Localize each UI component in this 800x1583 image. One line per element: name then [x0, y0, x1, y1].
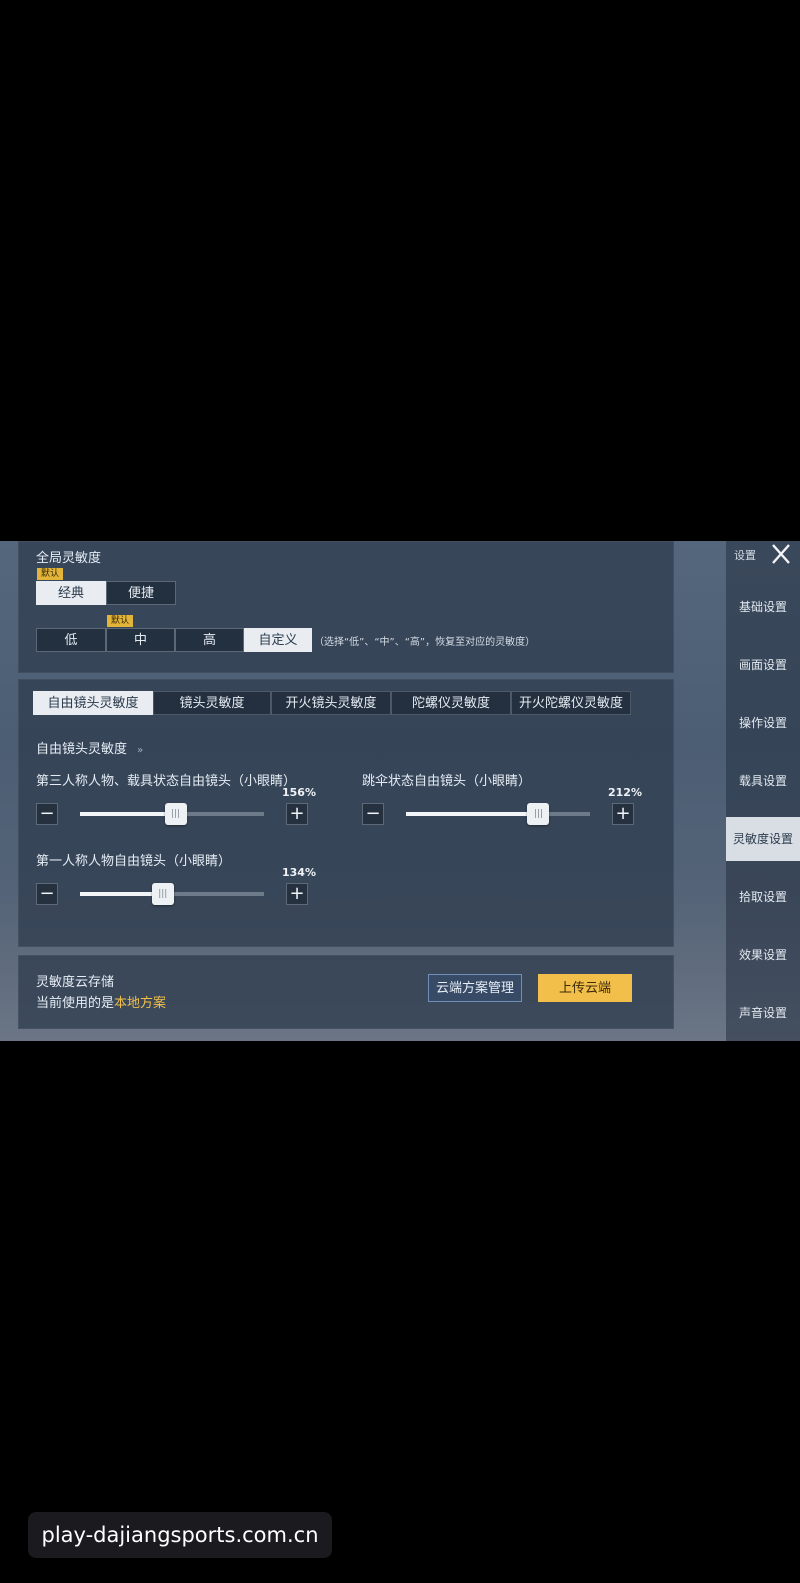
- sidebar-item-controls[interactable]: 操作设置: [726, 701, 800, 745]
- sidebar-item-vehicle[interactable]: 载具设置: [726, 759, 800, 803]
- global-sensitivity-panel: [18, 541, 674, 673]
- settings-sidebar: 设置 基础设置 画面设置 操作设置 载具设置 灵敏度设置 拾取设置 效果设置 声…: [726, 541, 800, 1041]
- sidebar-item-basic[interactable]: 基础设置: [726, 585, 800, 629]
- slider-first-person-value: 134%: [282, 866, 316, 879]
- sidebar-item-graphics[interactable]: 画面设置: [726, 643, 800, 687]
- close-icon[interactable]: [766, 541, 796, 567]
- preset-high-button[interactable]: 高: [175, 628, 244, 652]
- mode-quick-button[interactable]: 便捷: [106, 581, 176, 605]
- slider-first-person-track[interactable]: |||: [80, 883, 264, 905]
- slider-parachute-track[interactable]: |||: [406, 803, 590, 825]
- sidebar-item-effects[interactable]: 效果设置: [726, 933, 800, 977]
- preset-low-button[interactable]: 低: [36, 628, 106, 652]
- settings-screen: 全局灵敏度 默认 经典 便捷 默认 低 中 高 自定义 （选择“低”、“中”、“…: [0, 541, 800, 1041]
- tab-fire-camera[interactable]: 开火镜头灵敏度: [271, 691, 391, 715]
- slider-third-person-label: 第三人称人物、载具状态自由镜头（小眼睛）: [36, 774, 297, 789]
- slider-first-person-minus-button[interactable]: −: [36, 883, 58, 905]
- cloud-manage-button[interactable]: 云端方案管理: [428, 974, 522, 1002]
- settings-header-label: 设置: [734, 549, 756, 562]
- slider-third-person-thumb[interactable]: |||: [164, 803, 187, 825]
- default-badge: 默认: [37, 568, 64, 580]
- tab-gyroscope[interactable]: 陀螺仪灵敏度: [391, 691, 511, 715]
- cloud-current-value: 本地方案: [114, 996, 167, 1011]
- preset-hint: （选择“低”、“中”、“高”，恢复至对应的灵敏度）: [314, 637, 536, 648]
- default-badge-preset: 默认: [107, 615, 134, 627]
- slider-parachute-fill: [406, 812, 539, 816]
- slider-parachute-label: 跳伞状态自由镜头（小眼睛）: [362, 774, 532, 789]
- tab-camera[interactable]: 镜头灵敏度: [153, 691, 271, 715]
- sidebar-item-pickup[interactable]: 拾取设置: [726, 875, 800, 919]
- slider-parachute-plus-button[interactable]: +: [612, 803, 634, 825]
- cloud-storage-title: 灵敏度云存储: [36, 975, 115, 990]
- slider-third-person-fill: [80, 812, 176, 816]
- watermark: play-dajiangsports.com.cn: [28, 1512, 332, 1558]
- slider-first-person-fill: [80, 892, 163, 896]
- slider-third-person-plus-button[interactable]: +: [286, 803, 308, 825]
- tab-free-look[interactable]: 自由镜头灵敏度: [33, 691, 153, 715]
- slider-first-person-thumb[interactable]: |||: [151, 883, 174, 905]
- mode-classic-button[interactable]: 经典: [36, 581, 106, 605]
- preset-custom-button[interactable]: 自定义: [244, 628, 312, 652]
- section-arrow-icon: »: [137, 745, 144, 756]
- slider-parachute-thumb[interactable]: |||: [527, 803, 550, 825]
- section-title: 自由镜头灵敏度: [36, 742, 128, 757]
- slider-parachute-minus-button[interactable]: −: [362, 803, 384, 825]
- slider-first-person-label: 第一人称人物自由镜头（小眼睛）: [36, 854, 232, 869]
- slider-third-person-value: 156%: [282, 786, 316, 799]
- slider-parachute-value: 212%: [608, 786, 642, 799]
- sidebar-item-sensitivity[interactable]: 灵敏度设置: [726, 817, 800, 861]
- cloud-current-prefix: 当前使用的是: [36, 996, 115, 1011]
- preset-mid-button[interactable]: 中: [106, 628, 175, 652]
- section-title-row: 自由镜头灵敏度 »: [36, 738, 143, 757]
- slider-third-person-minus-button[interactable]: −: [36, 803, 58, 825]
- slider-first-person-plus-button[interactable]: +: [286, 883, 308, 905]
- cloud-current-row: 当前使用的是本地方案: [36, 992, 166, 1011]
- slider-third-person-track[interactable]: |||: [80, 803, 264, 825]
- sidebar-item-audio[interactable]: 声音设置: [726, 991, 800, 1035]
- cloud-upload-button[interactable]: 上传云端: [538, 974, 632, 1002]
- global-sensitivity-title: 全局灵敏度: [36, 551, 102, 566]
- tab-fire-gyroscope[interactable]: 开火陀螺仪灵敏度: [511, 691, 631, 715]
